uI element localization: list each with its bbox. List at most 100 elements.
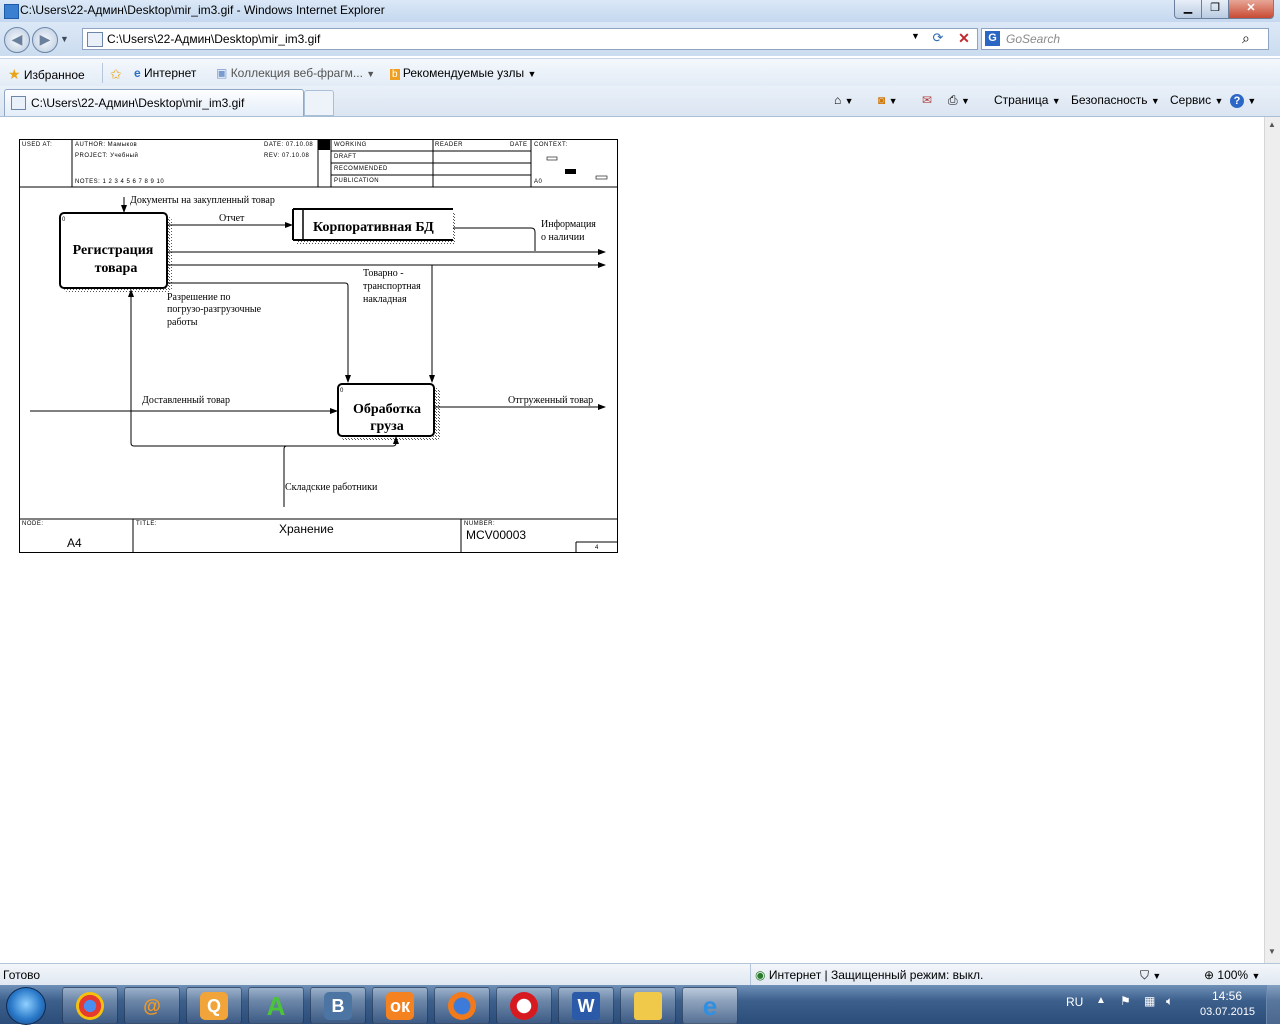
label-info-1: Информация <box>541 219 596 230</box>
tray-expand-icon[interactable]: ▲ <box>1096 995 1106 1006</box>
new-tab-button[interactable] <box>304 90 334 116</box>
taskbar-word[interactable]: W <box>558 987 614 1024</box>
taskbar-chrome[interactable] <box>62 987 118 1024</box>
minimize-button[interactable]: ▁ <box>1174 0 1202 19</box>
tab-label: C:\Users\22-Админ\Desktop\mir_im3.gif <box>31 96 245 110</box>
favorite-suggested-sites[interactable]: b Рекомендуемые узлы ▼ <box>390 66 536 80</box>
datastore-corporate-db: Корпоративная БД <box>292 208 456 244</box>
chevron-down-icon: ▼ <box>366 69 376 79</box>
taskbar-app-a[interactable]: A <box>248 987 304 1024</box>
bing-icon: b <box>390 69 400 80</box>
taskbar-explorer[interactable] <box>620 987 676 1024</box>
start-button[interactable] <box>6 987 46 1025</box>
home-button[interactable]: ⌂ ▼ <box>834 93 854 107</box>
page-menu[interactable]: Страница ▼ <box>994 93 1061 107</box>
close-button[interactable]: ✕ <box>1228 0 1274 19</box>
favorites-button[interactable]: ★ Избранное <box>8 66 85 83</box>
add-favorite-icon: ✩ <box>110 66 122 82</box>
window-title: C:\Users\22-Админ\Desktop\mir_im3.gif - … <box>20 3 385 17</box>
search-input[interactable]: GoSearch <box>1006 32 1060 46</box>
tools-menu[interactable]: Сервис ▼ <box>1170 93 1223 107</box>
taskbar-vk[interactable]: B <box>310 987 366 1024</box>
search-icon[interactable]: ⌕ <box>1242 30 1250 47</box>
show-desktop-button[interactable] <box>1266 985 1280 1024</box>
taskbar-odnoklassniki[interactable]: ок <box>372 987 428 1024</box>
label-workers: Складские работники <box>285 482 378 493</box>
language-indicator[interactable]: RU <box>1066 995 1083 1009</box>
taskbar-opera[interactable] <box>496 987 552 1024</box>
chrome-icon <box>76 992 104 1020</box>
security-zone-label: Интернет | Защищенный режим: выкл. <box>768 968 984 982</box>
stop-icon[interactable]: ✕ <box>955 30 973 47</box>
maximize-button[interactable]: ❐ <box>1201 0 1229 19</box>
label-permit-3: работы <box>167 317 198 328</box>
add-to-favorites-bar-button[interactable]: ✩ <box>110 66 122 83</box>
header-working: WORKING <box>334 142 367 148</box>
volume-icon[interactable]: 🔈︎ <box>1166 994 1173 1009</box>
favorite-webslices[interactable]: ▣ Коллекция веб-фрагм... ▼ <box>216 66 375 80</box>
mail-button[interactable]: ✉ <box>922 93 932 107</box>
header-reader: READER <box>435 142 463 148</box>
address-bar[interactable]: C:\Users\22-Админ\Desktop\mir_im3.gif ▼ … <box>82 28 978 50</box>
label-report: Отчет <box>219 213 245 224</box>
forward-button[interactable]: ▶ <box>32 27 58 53</box>
tab-mir-im3[interactable]: C:\Users\22-Админ\Desktop\mir_im3.gif <box>4 89 304 116</box>
header-recommended: RECOMMENDED <box>334 166 388 172</box>
mail-icon: ✉ <box>922 93 933 107</box>
protected-mode-icon[interactable]: ⛉ ▼ <box>1140 968 1161 983</box>
flag-icon[interactable]: ⚑ <box>1120 994 1131 1008</box>
print-button[interactable]: ⎙ ▼ <box>948 93 970 108</box>
favorites-star-icon: ★ <box>8 66 21 82</box>
label-waybill-2: транспортная <box>363 281 421 292</box>
network-icon[interactable]: ▦ <box>1144 994 1155 1008</box>
scroll-up-icon[interactable]: ▲ <box>1268 120 1276 129</box>
favorite-internet[interactable]: e Интернет <box>134 66 196 80</box>
header-rev: REV: 07.10.08 <box>264 153 309 159</box>
favorites-label: Избранное <box>23 68 85 82</box>
box-label-registration-line2: товара <box>95 261 138 276</box>
title-bar: C:\Users\22-Админ\Desktop\mir_im3.gif - … <box>0 0 1280 23</box>
address-input[interactable]: C:\Users\22-Админ\Desktop\mir_im3.gif <box>107 32 320 46</box>
feeds-button[interactable]: ◙ ▼ <box>878 93 898 107</box>
header-reader-date: DATE <box>510 142 528 148</box>
label-documents: Документы на закупленный товар <box>130 195 275 206</box>
search-provider-icon[interactable]: G <box>985 31 1000 46</box>
footer-number-label: NUMBER: <box>464 521 495 527</box>
separator <box>750 964 751 986</box>
recent-pages-dropdown[interactable]: ▼ <box>60 34 69 44</box>
taskbar-internet-explorer[interactable]: e <box>682 987 738 1024</box>
search-box[interactable]: G GoSearch ⌕ <box>981 28 1269 50</box>
webslice-icon: ▣ <box>216 66 228 80</box>
taskbar-search-app[interactable]: Q <box>186 987 242 1024</box>
back-button[interactable]: ◀ <box>4 27 30 53</box>
security-zone[interactable]: ◉ Интернет | Защищенный режим: выкл. <box>755 968 983 982</box>
safety-menu[interactable]: Безопасность ▼ <box>1071 93 1160 107</box>
help-menu[interactable]: ? ▼ <box>1230 93 1256 108</box>
label-waybill-3: накладная <box>363 294 407 305</box>
header-project: PROJECT: Учебный <box>75 152 138 159</box>
header-date: DATE: 07.10.08 <box>264 142 313 148</box>
webslices-label: Коллекция веб-фрагм... <box>230 66 363 80</box>
taskbar-firefox[interactable] <box>434 987 490 1024</box>
favorite-internet-label: Интернет <box>144 66 197 80</box>
scroll-down-icon[interactable]: ▼ <box>1268 947 1276 956</box>
footer-title: Хранение <box>279 522 334 536</box>
vertical-scrollbar[interactable]: ▲ ▼ <box>1264 117 1280 963</box>
header-publication: PUBLICATION <box>334 178 379 184</box>
page-icon <box>87 32 103 47</box>
zoom-label: 100% <box>1217 968 1249 982</box>
chevron-down-icon: ▼ <box>527 69 537 79</box>
taskbar-mail[interactable]: @ <box>124 987 180 1024</box>
refresh-icon[interactable]: ⟳ <box>929 30 947 46</box>
header-context: CONTEXT: <box>534 142 568 148</box>
word-icon: W <box>572 992 600 1020</box>
magnifier-icon: Q <box>200 992 228 1020</box>
chevron-down-icon: ▼ <box>1251 971 1261 981</box>
zoom-level[interactable]: ⊕ 100% ▼ <box>1204 968 1260 982</box>
ie-icon: e <box>702 991 718 1021</box>
ie-app-icon <box>4 4 19 19</box>
clock-date[interactable]: 03.07.2015 <box>1200 1006 1255 1018</box>
address-dropdown-icon[interactable]: ▼ <box>911 31 920 41</box>
tools-menu-label: Сервис <box>1170 93 1212 107</box>
clock-time[interactable]: 14:56 <box>1212 989 1242 1003</box>
